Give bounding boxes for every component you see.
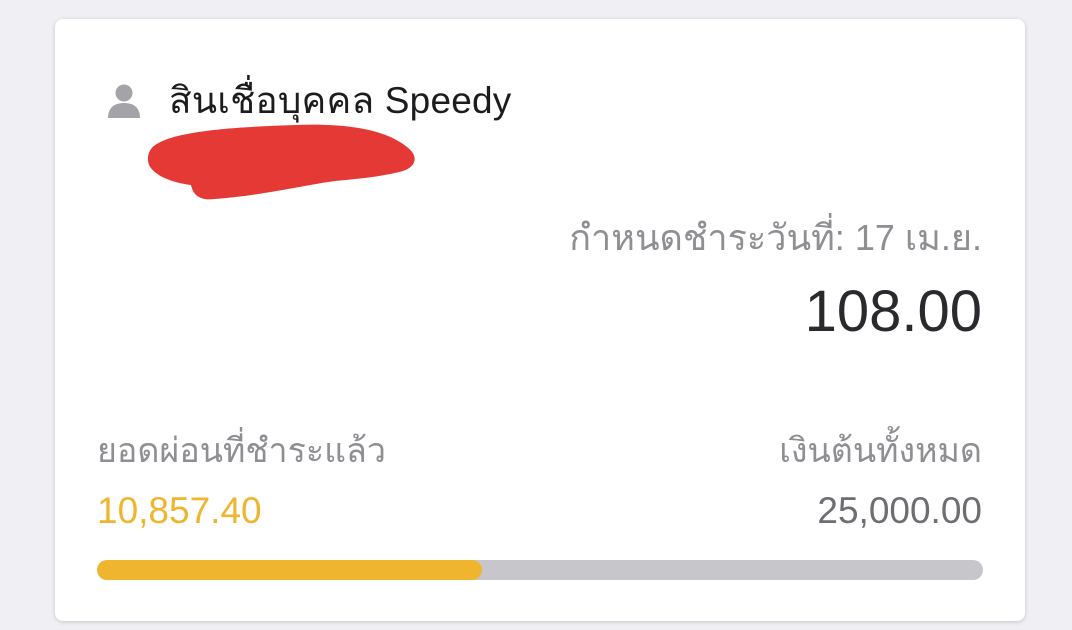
total-principal-value: 25,000.00: [817, 490, 982, 531]
redaction-mark: [147, 124, 415, 200]
paid-installment-value: 10,857.40: [97, 490, 262, 531]
paid-installment-label: ยอดผ่อนที่ชำระแล้ว: [97, 432, 386, 470]
loan-card[interactable]: สินเชื่อบุคคล Speedy กำหนดชำระวันที่: 17…: [55, 19, 1025, 621]
due-amount: 108.00: [804, 279, 982, 344]
repayment-progress-fill: [97, 560, 482, 580]
repayment-progress-bar: [97, 560, 983, 580]
user-icon: [107, 83, 141, 119]
total-principal-label: เงินต้นทั้งหมด: [779, 432, 982, 470]
due-date-label: กำหนดชำระวันที่: 17 เม.ย.: [569, 217, 982, 258]
